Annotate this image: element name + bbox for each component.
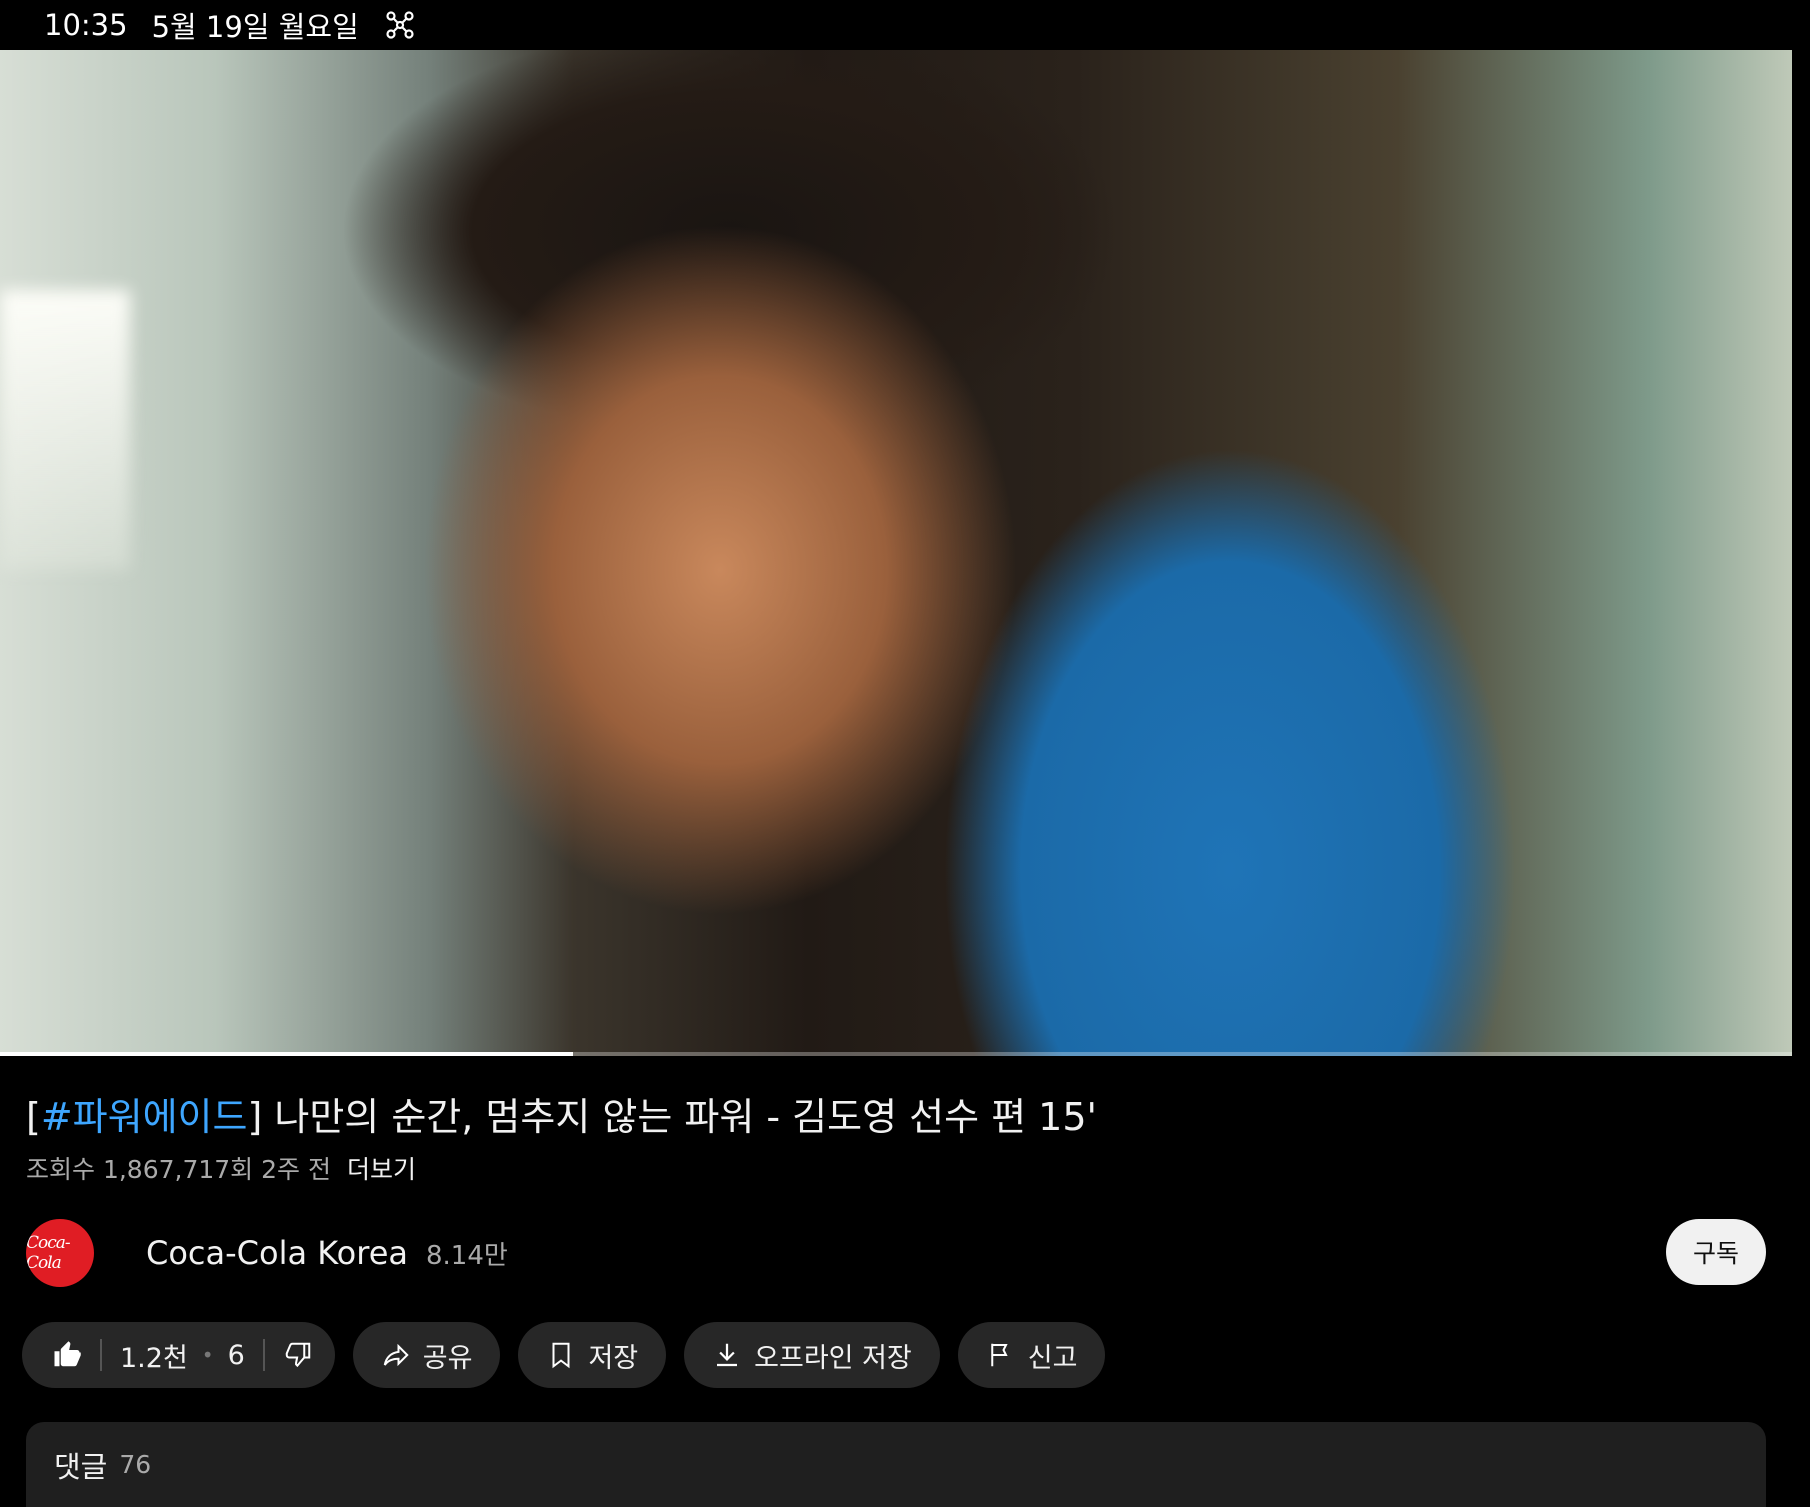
network-icon [383,8,417,42]
more-link[interactable]: 더보기 [347,1155,416,1184]
bookmark-icon [552,1342,570,1369]
comments-count: 76 [119,1450,152,1479]
subscriber-count: 8.14만 [425,1240,508,1271]
download-label: 오프라인 저장 [754,1342,912,1374]
status-time: 10:35 [44,8,128,42]
action-bar: 1.2천 • 6 공유 저장 오프라인 저장 신고 [22,1322,1123,1388]
like-count: 1.2천 [120,1342,188,1374]
comments-section[interactable]: 댓글 76 [26,1422,1766,1507]
channel-avatar[interactable]: Coca-Cola [26,1219,94,1287]
count-dot: • [201,1343,214,1367]
share-button[interactable]: 공유 [352,1322,501,1388]
download-icon [717,1343,738,1367]
download-button[interactable]: 오프라인 저장 [684,1322,940,1388]
title-bracket-close: ] [247,1095,263,1139]
title-bracket-open: [ [26,1095,41,1139]
comments-label: 댓글 [54,1449,108,1484]
like-dislike-pill: 1.2천 • 6 [22,1322,335,1388]
video-progress-fill [0,1052,574,1056]
like-button[interactable] [52,1340,82,1370]
report-button[interactable]: 신고 [957,1322,1106,1388]
dislike-button[interactable] [283,1340,313,1370]
upload-age: 2주 전 [261,1155,331,1184]
save-button[interactable]: 저장 [518,1322,667,1388]
channel-name[interactable]: Coca-Cola Korea [146,1234,408,1272]
report-label: 신고 [1027,1342,1078,1374]
title-hashtag-link[interactable]: #파워에이드 [41,1095,248,1139]
video-progress-bar[interactable] [0,1052,1792,1056]
title-text: 나만의 순간, 멈추지 않는 파워 - 김도영 선수 편 15' [262,1095,1097,1139]
flag-icon [991,1343,1008,1367]
save-label: 저장 [588,1342,639,1374]
dislike-count: 6 [227,1339,245,1371]
status-bar: 10:35 5월 19일 월요일 [0,0,1810,50]
share-label: 공유 [422,1342,473,1374]
video-player[interactable] [0,50,1792,1056]
channel-row: Coca-Cola Coca-Cola Korea 8.14만 구독 [26,1218,1766,1288]
status-date: 5월 19일 월요일 [151,10,359,44]
video-title[interactable]: [#파워에이드] 나만의 순간, 멈추지 않는 파워 - 김도영 선수 편 15… [26,1086,1097,1141]
view-count: 조회수 1,867,717회 [26,1155,254,1184]
share-icon [383,1343,409,1367]
dislike-separator [262,1339,265,1371]
video-meta[interactable]: 조회수 1,867,717회 2주 전 더보기 [26,1150,416,1186]
subscribe-button[interactable]: 구독 [1666,1219,1766,1285]
thumbs-up-icon [54,1341,81,1367]
avatar-logo-text: Coca-Cola [26,1233,71,1273]
like-separator [100,1339,102,1371]
video-frame-light [0,290,130,570]
thumbs-down-icon [285,1342,311,1368]
